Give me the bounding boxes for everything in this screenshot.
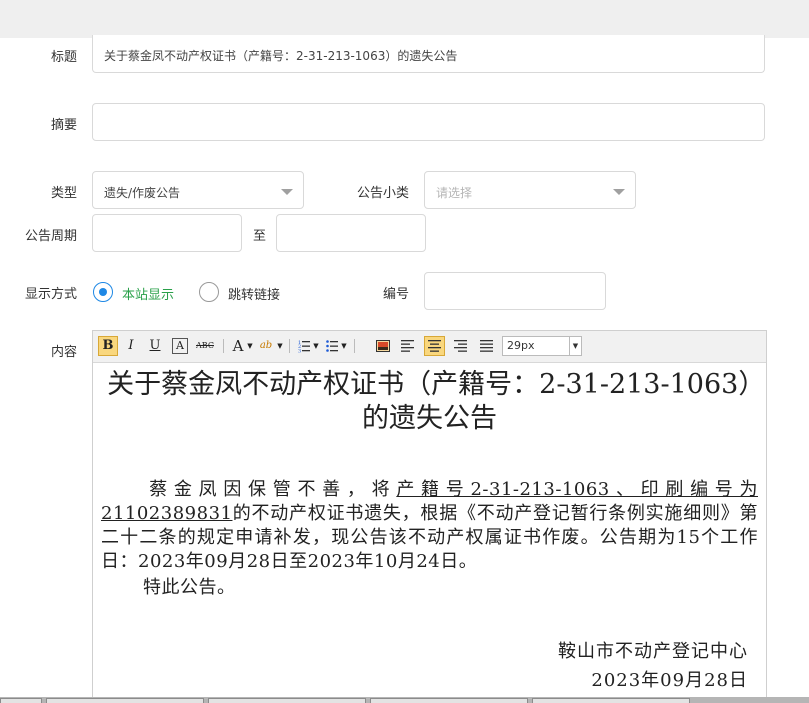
align-center-icon[interactable] <box>424 336 445 356</box>
toolbar-divider <box>354 339 355 353</box>
signature: 鞍山市不动产登记中心 <box>558 641 748 662</box>
taskbar-button[interactable] <box>0 698 42 703</box>
italic-button[interactable]: I <box>122 336 140 356</box>
code-input[interactable] <box>424 272 606 310</box>
chevron-down-icon: ▼ <box>569 337 581 355</box>
bold-button[interactable]: B <box>98 336 118 356</box>
top-bar <box>0 0 809 38</box>
ordered-list-icon[interactable]: 123 <box>298 336 310 356</box>
editor-toolbar: B I U A ABC A ▼ ab ▼ 123 ▼ ▼ 29px ▼ <box>93 331 766 363</box>
document-body: 蔡金凤因保管不善，将产籍号2-31-213-1063、印刷编号为21102389… <box>101 478 758 574</box>
rich-text-editor[interactable]: B I U A ABC A ▼ ab ▼ 123 ▼ ▼ 29px ▼ 关于蔡金… <box>92 330 767 703</box>
highlight-dropdown-icon[interactable]: ▼ <box>276 336 284 356</box>
align-right-icon[interactable] <box>452 336 468 356</box>
radio-local-display-label[interactable]: 本站显示 <box>122 284 174 303</box>
period-end-input[interactable] <box>276 214 426 252</box>
ordered-list-dropdown-icon[interactable]: ▼ <box>312 336 320 356</box>
closing-text: 特此公告。 <box>143 577 236 598</box>
image-icon[interactable] <box>375 336 391 356</box>
svg-text:3: 3 <box>298 349 301 354</box>
period-start-input[interactable] <box>92 214 242 252</box>
title-label: 标题 <box>50 50 77 65</box>
toolbar-divider <box>289 339 290 353</box>
type-select-value: 遗失/作废公告 <box>104 186 181 200</box>
font-color-button[interactable]: A <box>231 336 245 356</box>
chevron-down-icon <box>281 189 293 195</box>
underline-button[interactable]: U <box>146 336 164 356</box>
align-justify-icon[interactable] <box>478 336 494 356</box>
signature-date: 2023年09月28日 <box>591 670 748 691</box>
body-text-start: 蔡金凤因保管不善，将 <box>143 479 397 500</box>
unordered-list-icon[interactable] <box>326 336 338 356</box>
type-select[interactable]: 遗失/作废公告 <box>92 171 304 209</box>
closing-line: 特此公告。 <box>101 576 758 600</box>
period-to-label: 至 <box>252 229 266 244</box>
strikethrough-button[interactable]: ABC <box>193 336 217 356</box>
code-label: 编号 <box>382 287 409 302</box>
title-input[interactable]: 关于蔡金凤不动产权证书（产籍号：2-31-213-1063）的遗失公告 <box>92 35 765 73</box>
radio-local-display[interactable] <box>93 282 113 302</box>
chevron-down-icon <box>613 189 625 195</box>
text-border-button[interactable]: A <box>172 338 188 354</box>
period-label: 公告周期 <box>24 229 77 244</box>
display-label: 显示方式 <box>24 287 77 302</box>
font-color-dropdown-icon[interactable]: ▼ <box>246 336 254 356</box>
highlight-color-button[interactable]: ab <box>257 336 275 356</box>
taskbar-button[interactable] <box>208 698 366 703</box>
radio-jump-link-label[interactable]: 跳转链接 <box>228 284 280 303</box>
type-label: 类型 <box>50 186 77 201</box>
taskbar-button[interactable] <box>46 698 204 703</box>
content-label: 内容 <box>50 345 77 360</box>
document-title: 关于蔡金凤不动产权证书（产籍号：2-31-213-1063）的遗失公告 <box>107 369 752 434</box>
font-size-select[interactable]: 29px ▼ <box>502 336 582 356</box>
font-size-value: 29px <box>507 339 535 352</box>
taskbar-button[interactable] <box>532 698 690 703</box>
taskbar-button[interactable] <box>370 698 528 703</box>
summary-input[interactable] <box>92 103 765 141</box>
summary-label: 摘要 <box>50 118 77 133</box>
subtype-label: 公告小类 <box>356 186 409 201</box>
subtype-select[interactable]: 请选择 <box>424 171 636 209</box>
subtype-select-placeholder: 请选择 <box>436 186 473 200</box>
toolbar-divider <box>223 339 224 353</box>
align-left-icon[interactable] <box>399 336 415 356</box>
radio-jump-link[interactable] <box>199 282 219 302</box>
unordered-list-dropdown-icon[interactable]: ▼ <box>340 336 348 356</box>
